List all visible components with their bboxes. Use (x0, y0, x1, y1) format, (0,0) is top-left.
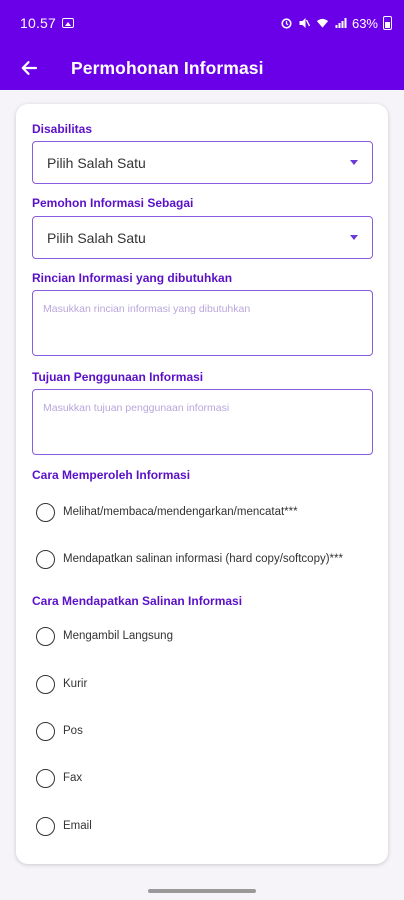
radio-option-email[interactable]: Email (36, 814, 92, 838)
radio-button[interactable] (36, 721, 55, 741)
radio-option-melihat[interactable]: Melihat/membaca/mendengarkan/mencatat*** (36, 500, 298, 524)
radio-button[interactable] (36, 816, 55, 836)
disabilitas-value: Pilih Salah Satu (47, 154, 146, 171)
tujuan-placeholder: Masukkan tujuan penggunaan informasi (43, 402, 230, 414)
arrow-left-icon (21, 61, 38, 75)
rincian-placeholder: Masukkan rincian informasi yang dibutuhk… (43, 303, 251, 315)
mute-icon (299, 18, 311, 28)
wifi-icon (316, 18, 329, 28)
radio-label: Mengambil Langsung (63, 630, 173, 642)
tujuan-input[interactable]: Masukkan tujuan penggunaan informasi (32, 389, 373, 455)
radio-button[interactable] (36, 626, 55, 646)
disabilitas-label: Disabilitas (32, 122, 93, 136)
battery-icon (383, 16, 392, 30)
pemohon-dropdown[interactable]: Pilih Salah Satu (32, 216, 373, 259)
radio-label: Mendapatkan salinan informasi (hard copy… (63, 553, 343, 565)
radio-label: Fax (63, 772, 83, 784)
pemohon-label: Pemohon Informasi Sebagai (32, 196, 194, 210)
tujuan-label: Tujuan Penggunaan Informasi (32, 370, 204, 384)
battery-percent: 63% (351, 15, 378, 31)
radio-button[interactable] (36, 768, 55, 788)
signal-icon (335, 18, 347, 28)
radio-label: Email (63, 820, 92, 832)
radio-label: Kurir (63, 678, 88, 690)
radio-option-salinan[interactable]: Mendapatkan salinan informasi (hard copy… (36, 547, 343, 571)
pemohon-value: Pilih Salah Satu (47, 229, 146, 246)
status-bar: 10.57 63% (0, 0, 404, 46)
rincian-input[interactable]: Masukkan rincian informasi yang dibutuhk… (32, 290, 373, 356)
gallery-icon (62, 18, 75, 28)
radio-option-pos[interactable]: Pos (36, 719, 83, 743)
status-time: 10.57 (20, 15, 57, 31)
back-button[interactable] (9, 48, 49, 88)
radio-label: Pos (63, 725, 83, 737)
radio-button[interactable] (36, 549, 55, 569)
alarm-icon (281, 18, 292, 29)
radio-option-fax[interactable]: Fax (36, 766, 82, 790)
gesture-nav-handle[interactable] (148, 889, 256, 893)
radio-option-mengambil[interactable]: Mengambil Langsung (36, 624, 173, 648)
radio-option-kurir[interactable]: Kurir (36, 672, 87, 696)
cara-salinan-label: Cara Mendapatkan Salinan Informasi (32, 594, 243, 608)
cara-memperoleh-label: Cara Memperoleh Informasi (32, 468, 191, 482)
page-title: Permohonan Informasi (71, 57, 264, 78)
dropdown-caret-icon (350, 160, 358, 165)
header: 10.57 63% Permohonan Informasi (0, 0, 404, 90)
radio-label: Melihat/membaca/mendengarkan/mencatat*** (63, 506, 298, 518)
radio-button[interactable] (36, 502, 55, 522)
rincian-label: Rincian Informasi yang dibutuhkan (32, 271, 233, 285)
status-icons: 63% (280, 16, 392, 31)
radio-button[interactable] (36, 674, 55, 694)
form-card: Disabilitas Pilih Salah Satu Pemohon Inf… (16, 104, 388, 864)
disabilitas-dropdown[interactable]: Pilih Salah Satu (32, 141, 373, 184)
app-bar: Permohonan Informasi (0, 46, 404, 90)
dropdown-caret-icon (350, 235, 358, 240)
